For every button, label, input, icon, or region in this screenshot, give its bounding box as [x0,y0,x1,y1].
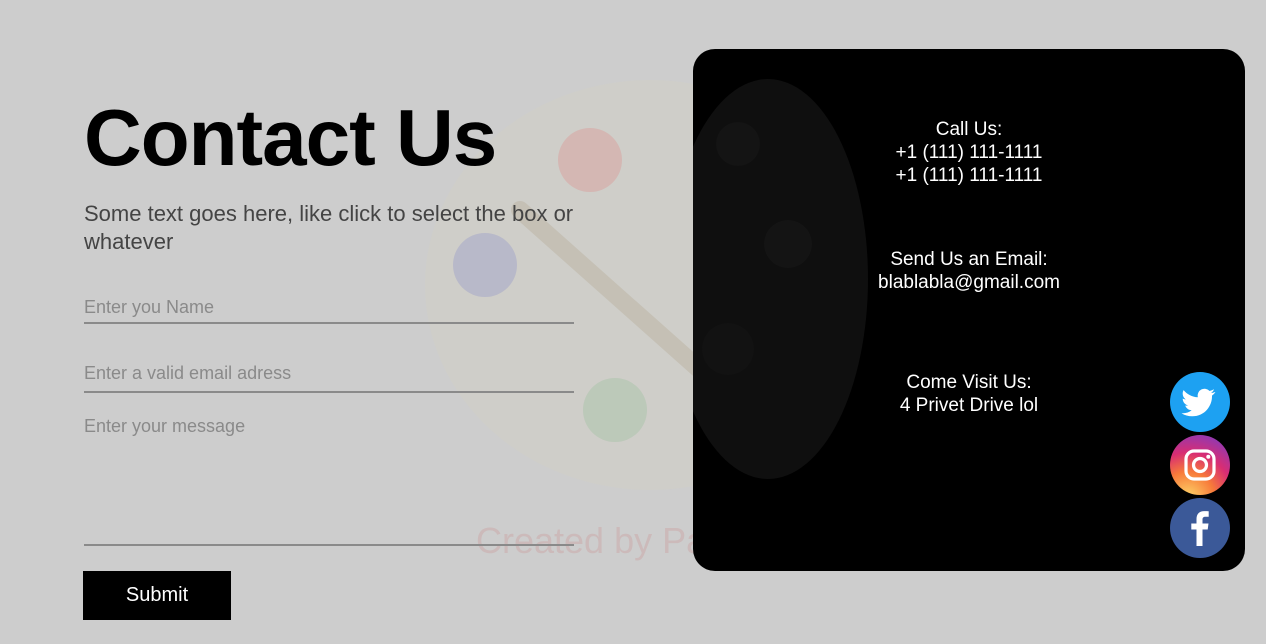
email-address[interactable]: blablabla@gmail.com [693,271,1245,294]
visit-heading: Come Visit Us: [906,372,1032,393]
instagram-button[interactable] [1170,435,1230,495]
phone-number-2[interactable]: +1 (111) 111-1111 [693,164,1245,187]
facebook-icon [1191,511,1209,546]
name-input[interactable] [84,292,574,324]
call-us-section: Call Us: +1 (111) 111-1111 +1 (111) 111-… [693,118,1245,187]
page-subtitle: Some text goes here, like click to selec… [84,201,574,254]
submit-button[interactable]: Submit [83,571,231,620]
phone-number-1[interactable]: +1 (111) 111-1111 [693,141,1245,164]
email-input[interactable] [84,355,574,393]
facebook-button[interactable] [1170,498,1230,558]
visit-address: 4 Privet Drive lol [899,395,1039,416]
email-heading: Send Us an Email: [890,249,1048,270]
visit-section: Come Visit Us: 4 Privet Drive lol [693,371,1245,417]
twitter-icon [1181,388,1216,417]
contact-info-card: Call Us: +1 (111) 111-1111 +1 (111) 111-… [693,49,1245,571]
call-us-heading: Call Us: [935,119,1003,140]
twitter-button[interactable] [1170,372,1230,432]
email-section: Send Us an Email: blablabla@gmail.com [693,248,1245,294]
message-input[interactable] [84,416,574,546]
page-title: Contact Us [84,93,497,182]
instagram-icon [1184,449,1216,481]
